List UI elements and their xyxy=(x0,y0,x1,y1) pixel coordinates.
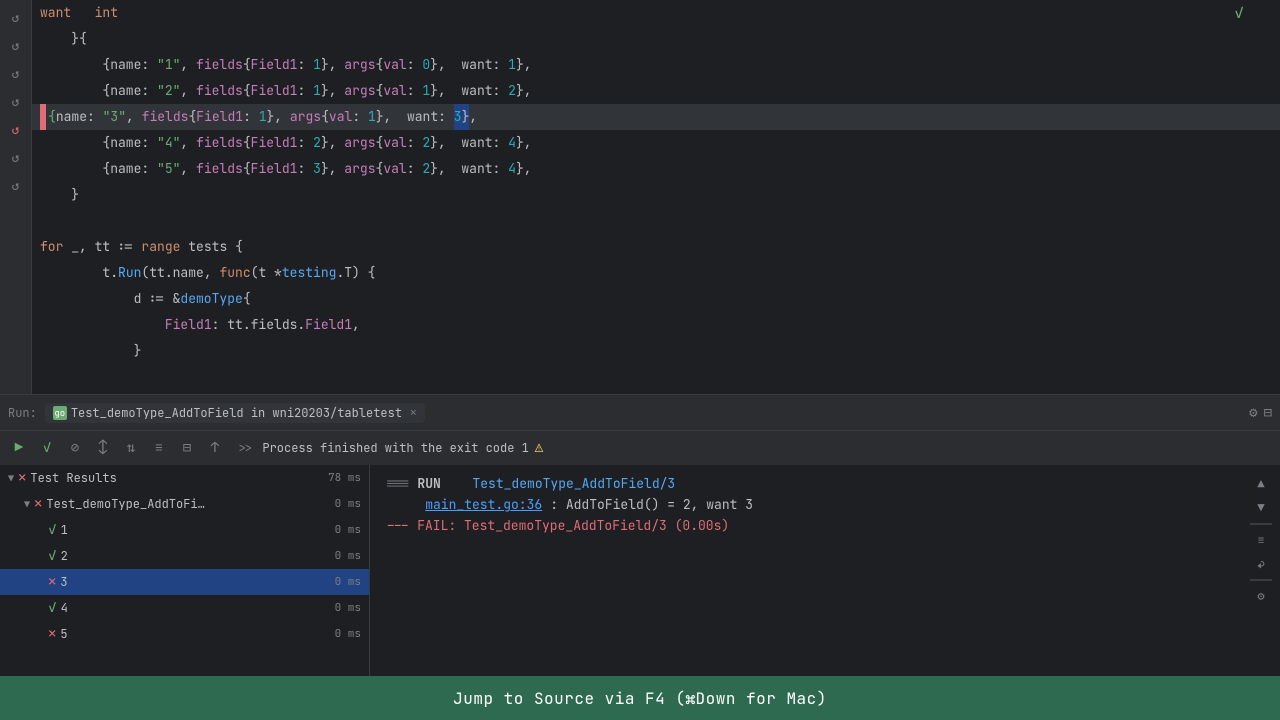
filter-button[interactable]: ⊟ xyxy=(174,435,200,461)
rerun2-icon[interactable]: ↺ xyxy=(3,32,29,58)
process-message: >> Process finished with the exit code 1… xyxy=(238,439,543,457)
output-error-line: main_test.go:36 : AddToField() = 2, want… xyxy=(386,496,1264,513)
cog-button[interactable]: ⚙ xyxy=(1250,585,1272,607)
sort-asc-button[interactable]: ↕ xyxy=(90,435,116,461)
tree-root-label: Test Results xyxy=(30,470,116,486)
process-message-text: Process finished with the exit code 1 xyxy=(262,440,528,456)
code-line: d := &demoType{ xyxy=(32,286,1280,312)
jump-banner-text: Jump to Source via F4 (⌘Down for Mac) xyxy=(453,688,827,709)
editor-main: ↺ ↺ ↺ ↺ ↺ ↺ ↺ want int }{ {name: "1", fi… xyxy=(0,0,1280,430)
tree-item-2-time: 0 ms xyxy=(335,549,361,563)
wrap-lines-button[interactable]: ≡ xyxy=(1250,529,1272,551)
tree-item-4[interactable]: ✓ 4 0 ms xyxy=(0,595,369,621)
rerun7-icon[interactable]: ↺ xyxy=(3,172,29,198)
run-bar: Run: go Test_demoType_AddToField in wni2… xyxy=(0,394,1280,430)
run-tab-label: Test_demoType_AddToField in wni20203/tab… xyxy=(71,405,402,421)
status-fail-icon: ✕ xyxy=(48,573,56,591)
tree-suite-time: 0 ms xyxy=(335,497,361,511)
code-line: {name: "5", fields{Field1: 3}, args{val:… xyxy=(32,156,1280,182)
status-fail-icon: ✕ xyxy=(48,625,56,643)
code-line: want int xyxy=(32,0,1280,26)
tree-item-root[interactable]: ▼ ✕ Test Results 78 ms xyxy=(0,465,369,491)
tree-item-1-time: 0 ms xyxy=(335,523,361,537)
tree-item-2[interactable]: ✓ 2 0 ms xyxy=(0,543,369,569)
check-button[interactable]: ✓ xyxy=(34,435,60,461)
collapse-all-button[interactable]: ≡ xyxy=(146,435,172,461)
soft-wrap-button[interactable]: ↩ xyxy=(1250,553,1272,575)
status-fail-icon: ✕ xyxy=(18,469,26,487)
code-line: } xyxy=(32,182,1280,208)
tree-item-3-label: 3 xyxy=(60,574,67,590)
tree-item-3[interactable]: ✕ 3 0 ms xyxy=(0,569,369,595)
run-button[interactable]: ▶ xyxy=(6,435,32,461)
code-line: for _, tt := range tests { xyxy=(32,234,1280,260)
split-view-icon[interactable]: ⊟ xyxy=(1264,404,1272,422)
code-line: }{ xyxy=(32,26,1280,52)
go-file-icon: go xyxy=(53,406,67,420)
tree-item-5-time: 0 ms xyxy=(335,627,361,641)
code-editor[interactable]: want int }{ {name: "1", fields{Field1: 1… xyxy=(32,0,1280,394)
tree-item-suite[interactable]: ▼ ✕ Test_demoType_AddToFi… 0 ms xyxy=(0,491,369,517)
editor-area: ↺ ↺ ↺ ↺ ↺ ↺ ↺ want int }{ {name: "1", fi… xyxy=(0,0,1280,394)
tree-root-time: 78 ms xyxy=(328,471,361,485)
rerun-icon[interactable]: ↺ xyxy=(3,4,29,30)
tree-item-2-label: 2 xyxy=(61,548,68,564)
run-label: Run: xyxy=(8,405,37,421)
run-tab[interactable]: go Test_demoType_AddToField in wni20203/… xyxy=(45,403,425,423)
tree-item-1-label: 1 xyxy=(61,522,68,538)
settings-icon[interactable]: ⚙ xyxy=(1249,404,1257,422)
code-line: {name: "2", fields{Field1: 1}, args{val:… xyxy=(32,78,1280,104)
chevron-icon: ▼ xyxy=(8,472,14,485)
scroll-down-button[interactable]: ▼ xyxy=(1250,497,1272,519)
test-tree-panel: ▼ ✕ Test Results 78 ms ▼ ✕ Test_demoType… xyxy=(0,465,370,676)
jump-to-source-banner[interactable]: Jump to Source via F4 (⌘Down for Mac) xyxy=(0,676,1280,720)
up-button[interactable]: ↑ xyxy=(202,435,228,461)
scroll-up-button[interactable]: ▲ xyxy=(1250,473,1272,495)
status-fail-icon: ✕ xyxy=(34,495,42,513)
status-pass-icon: ✓ xyxy=(48,599,57,617)
code-line: t.Run(tt.name, func(t *testing.T) { xyxy=(32,260,1280,286)
code-line xyxy=(32,208,1280,234)
sort-desc-button[interactable]: ⇅ xyxy=(118,435,144,461)
source-link[interactable]: main_test.go:36 xyxy=(425,496,542,513)
scroll-buttons: ▲ ▼ ≡ ↩ ⚙ xyxy=(1250,473,1272,607)
stop-button[interactable]: ⊘ xyxy=(62,435,88,461)
tree-suite-label: Test_demoType_AddToFi… xyxy=(46,496,204,512)
rerun6-icon[interactable]: ↺ xyxy=(3,144,29,170)
rerun5-icon[interactable]: ↺ xyxy=(3,116,29,142)
test-output-panel: === RUN Test_demoType_AddToField/3 main_… xyxy=(370,465,1280,676)
rerun3-icon[interactable]: ↺ xyxy=(3,60,29,86)
rerun4-icon[interactable]: ↺ xyxy=(3,88,29,114)
code-line-current: {name: "3", fields{Field1: 1}, args{val:… xyxy=(32,104,1280,130)
tree-item-4-time: 0 ms xyxy=(335,601,361,615)
output-fail-line: --- FAIL: Test_demoType_AddToField/3 (0.… xyxy=(386,517,1264,534)
tree-item-4-label: 4 xyxy=(61,600,68,616)
left-side-panel: ↺ ↺ ↺ ↺ ↺ ↺ ↺ xyxy=(0,0,32,394)
tree-item-5-label: 5 xyxy=(60,626,67,642)
bottom-panel-body: ▼ ✕ Test Results 78 ms ▼ ✕ Test_demoType… xyxy=(0,465,1280,676)
tab-close-button[interactable]: ✕ xyxy=(410,406,417,420)
status-pass-icon: ✓ xyxy=(48,521,57,539)
bottom-panel: ▶ ✓ ⊘ ↕ ⇅ ≡ ⊟ ↑ >> Process finished with… xyxy=(0,430,1280,720)
code-line: Field1: tt.fields.Field1, xyxy=(32,312,1280,338)
checkmark-icon: ✓ xyxy=(1234,2,1244,23)
tree-item-5[interactable]: ✕ 5 0 ms xyxy=(0,621,369,647)
warning-icon: ⚠ xyxy=(535,439,543,457)
status-pass-icon: ✓ xyxy=(48,547,57,565)
code-line: } xyxy=(32,338,1280,364)
tree-item-3-time: 0 ms xyxy=(335,575,361,589)
code-line: {name: "1", fields{Field1: 1}, args{val:… xyxy=(32,52,1280,78)
bottom-toolbar: ▶ ✓ ⊘ ↕ ⇅ ≡ ⊟ ↑ >> Process finished with… xyxy=(0,431,1280,465)
output-run-line: === RUN Test_demoType_AddToField/3 xyxy=(386,475,1264,492)
code-line: {name: "4", fields{Field1: 2}, args{val:… xyxy=(32,130,1280,156)
tree-item-1[interactable]: ✓ 1 0 ms xyxy=(0,517,369,543)
chevron-icon: ▼ xyxy=(24,498,30,511)
